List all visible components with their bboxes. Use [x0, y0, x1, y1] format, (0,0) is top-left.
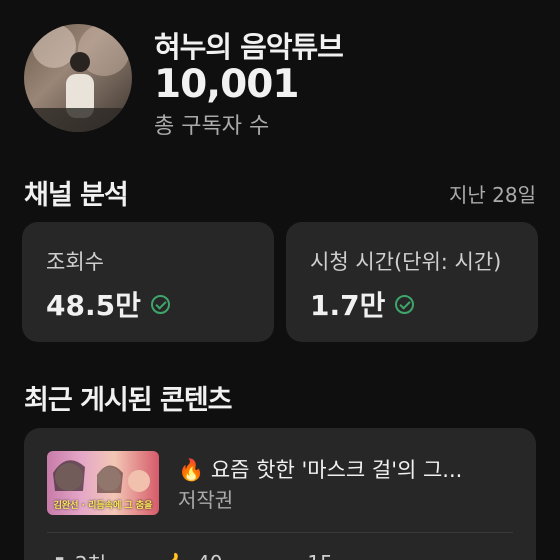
views-stat: ▮ 2천	[54, 548, 106, 560]
video-thumbnail[interactable]: 김완선 · 리듬속에 그 춤을	[47, 451, 159, 515]
recent-content-title: 최근 게시된 콘텐츠	[24, 385, 233, 416]
watch-time-card[interactable]: 시청 시간(단위: 시간) 1.7만	[286, 222, 538, 342]
comment-icon: ▭	[279, 551, 298, 560]
check-circle-icon	[150, 294, 170, 314]
watch-time-value: 1.7만	[310, 289, 386, 322]
subscriber-count: 10,001	[154, 62, 299, 107]
likes-stat-value: 40	[197, 551, 222, 560]
subscriber-label: 총 구독자 수	[154, 114, 270, 139]
watch-time-value-row: 1.7만	[310, 284, 415, 324]
fire-icon: 🔥	[178, 458, 205, 482]
comments-stat: ▭ 15	[279, 548, 333, 560]
likes-stat: 👍 40	[162, 548, 222, 560]
views-value-row: 48.5만	[46, 284, 170, 324]
views-label: 조회수	[46, 250, 104, 274]
video-stats: ▮ 2천 👍 40 ▭ 15	[54, 548, 333, 560]
video-title[interactable]: 🔥 요즘 핫한 '마스크 걸'의 그...	[178, 454, 518, 484]
channel-name: 혀누의 음악튜브	[154, 30, 344, 64]
views-value: 48.5만	[46, 289, 141, 322]
comments-stat-value: 15	[307, 551, 332, 560]
analytics-period: 지난 28일	[448, 183, 536, 207]
recent-video-card[interactable]: 김완선 · 리듬속에 그 춤을 🔥 요즘 핫한 '마스크 걸'의 그... 저작…	[24, 428, 536, 560]
watch-time-label: 시청 시간(단위: 시간)	[310, 250, 502, 274]
card-divider	[47, 532, 513, 533]
views-stat-value: 2천	[75, 548, 106, 560]
thumb-up-icon: 👍	[162, 551, 187, 560]
video-title-text: 요즘 핫한 '마스크 걸'의 그...	[210, 458, 463, 482]
analytics-title: 채널 분석	[24, 180, 129, 211]
views-card[interactable]: 조회수 48.5만	[22, 222, 274, 342]
check-circle-icon	[395, 294, 415, 314]
video-meta: 저작권	[178, 488, 234, 512]
thumbnail-caption: 김완선 · 리듬속에 그 춤을	[53, 501, 153, 511]
chart-icon: ▮	[54, 551, 65, 560]
channel-avatar[interactable]	[24, 24, 132, 132]
